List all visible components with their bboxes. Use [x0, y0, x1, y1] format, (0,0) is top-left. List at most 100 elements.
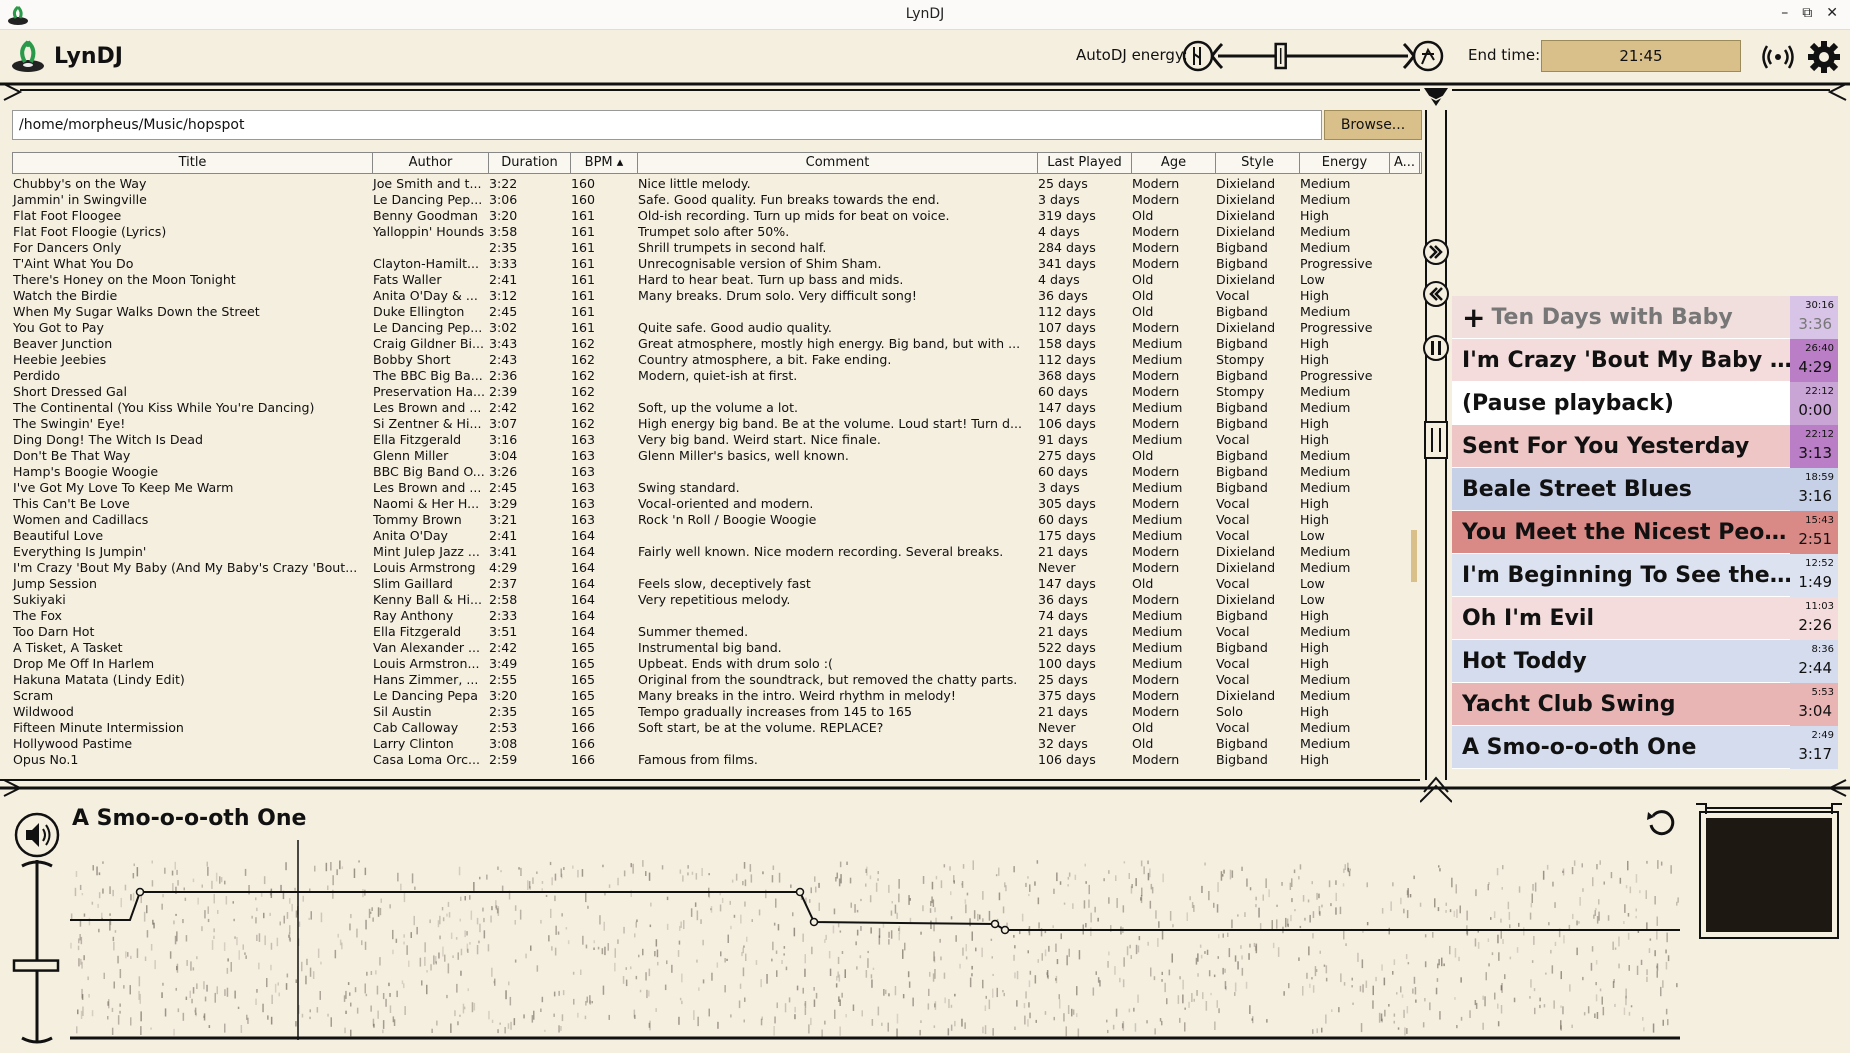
cell-style: Dixieland [1216, 176, 1276, 191]
table-row[interactable]: The Fox Ray Anthony 2:33 164 74 days Medium Bi… [12, 608, 1422, 624]
table-row[interactable]: This Can't Be Love Naomi & Her H... 3:29 16… [12, 496, 1422, 512]
column-header-age[interactable]: Age [1132, 153, 1216, 173]
table-row[interactable]: Drop Me Off In Harlem Louis Armstron... 3:… [12, 656, 1422, 672]
table-row[interactable]: Flat Foot Floogie (Lyrics) Yalloppin' Hou… [12, 224, 1422, 240]
table-row[interactable]: Heebie Jeebies Bobby Short 2:43 162 Country … [12, 352, 1422, 368]
cell-bpm: 165 [571, 656, 596, 671]
queue-item[interactable]: You Meet the Nicest Peopl... 15:43 2:51 [1452, 511, 1838, 554]
cell-title: Perdido [13, 368, 61, 383]
table-row[interactable]: For Dancers Only 2:35 161 Shrill trumpets i… [12, 240, 1422, 256]
column-header-comment[interactable]: Comment [638, 153, 1038, 173]
table-row[interactable]: Everything Is Jumpin' Mint Julep Jazz ...… [12, 544, 1422, 560]
queue-item[interactable]: Beale Street Blues 18:59 3:16 [1452, 468, 1838, 511]
cell-author: Si Zentner & Hi... [373, 416, 482, 431]
speaker-volume-icon[interactable] [14, 812, 60, 858]
table-row[interactable]: Flat Foot Floogee Benny Goodman 3:20 161 Old… [12, 208, 1422, 224]
table-row[interactable]: Hakuna Matata (Lindy Edit) Hans Zimmer, .… [12, 672, 1422, 688]
table-row[interactable]: Jammin' in Swingville Le Dancing Pep... 3:… [12, 192, 1422, 208]
column-header-energy[interactable]: Energy [1300, 153, 1390, 173]
table-row[interactable]: Opus No.1 Casa Loma Orc... 2:59 166 Famous f… [12, 752, 1422, 768]
queue-item[interactable]: Hot Toddy 8:36 2:44 [1452, 640, 1838, 683]
queue-item[interactable]: (Pause playback) 22:12 0:00 [1452, 382, 1838, 425]
cell-comment: High energy big band. Be at the volume. … [638, 416, 1022, 431]
end-time-field[interactable]: 21:45 [1541, 40, 1741, 72]
close-button[interactable]: ✕ [1826, 5, 1838, 21]
settings-gear-icon[interactable] [1806, 39, 1842, 75]
table-row[interactable]: Beautiful Love Anita O'Day 2:41 164 175 days… [12, 528, 1422, 544]
queue-item[interactable]: A Smo-o-o-oth One 2:49 3:17 [1452, 726, 1838, 769]
cell-title: A Tisket, A Tasket [13, 640, 123, 655]
table-row[interactable]: Don't Be That Way Glenn Miller 3:04 163 Glen… [12, 448, 1422, 464]
queue-splitter-handle[interactable] [1422, 420, 1450, 460]
table-row[interactable]: Sukiyaki Kenny Ball & Hi... 2:58 164 Very re… [12, 592, 1422, 608]
browse-button[interactable]: Browse... [1324, 110, 1422, 140]
table-row[interactable]: Wildwood Sil Austin 2:35 165 Tempo gradually… [12, 704, 1422, 720]
table-row[interactable]: Short Dressed Gal Preservation Ha... 2:39 1… [12, 384, 1422, 400]
envelope-control-point[interactable] [990, 919, 1000, 929]
envelope-control-point[interactable] [1000, 925, 1010, 935]
table-row[interactable]: The Continental (You Kiss While You're D… [12, 400, 1422, 416]
column-header-duration[interactable]: Duration [489, 153, 571, 173]
queue-item[interactable]: I'm Crazy 'Bout My Baby (... 26:40 4:29 [1452, 339, 1838, 382]
table-row[interactable]: You Got to Pay Le Dancing Pep... 3:02 161 Qu… [12, 320, 1422, 336]
table-row[interactable]: Jump Session Slim Gaillard 2:37 164 Feels sl… [12, 576, 1422, 592]
cell-duration: 3:20 [489, 208, 518, 223]
autodj-energy-slider[interactable] [1182, 36, 1444, 76]
envelope-control-point[interactable] [795, 887, 805, 897]
minimize-button[interactable]: – [1781, 5, 1788, 21]
table-row[interactable]: I've Got My Love To Keep Me Warm Les Brow… [12, 480, 1422, 496]
maximize-button[interactable]: ⧉ [1802, 5, 1812, 21]
table-row[interactable]: Hamp's Boogie Woogie BBC Big Band O... 3:2… [12, 464, 1422, 480]
column-header-author[interactable]: Author [373, 153, 489, 173]
table-row[interactable]: I'm Crazy 'Bout My Baby (And My Baby's C… [12, 560, 1422, 576]
queue-item[interactable]: I'm Beginning To See the L... 12:52 1:49 [1452, 554, 1838, 597]
table-row[interactable]: Beaver Junction Craig Gildner Bi... 3:43 16… [12, 336, 1422, 352]
replay-icon[interactable] [1644, 806, 1678, 840]
move-to-queue-icon[interactable] [1422, 238, 1450, 266]
cell-comment: Summer themed. [638, 624, 749, 639]
cell-energy: High [1300, 704, 1329, 719]
table-row[interactable]: Perdido The BBC Big Ba... 2:36 162 Modern, q… [12, 368, 1422, 384]
move-from-queue-icon[interactable] [1422, 280, 1450, 308]
table-row[interactable]: Scram Le Dancing Pepa 3:20 165 Many breaks i… [12, 688, 1422, 704]
music-folder-path-field[interactable]: /home/morpheus/Music/hopspot [12, 110, 1322, 140]
table-row[interactable]: Watch the Birdie Anita O'Day & ... 3:12 161… [12, 288, 1422, 304]
table-row[interactable]: T'Aint What You Do Clayton-Hamilt... 3:33 1… [12, 256, 1422, 272]
table-row[interactable]: Chubby's on the Way Joe Smith and t... 3:2… [12, 176, 1422, 192]
table-row[interactable]: A Tisket, A Tasket Van Alexander ... 2:42 1… [12, 640, 1422, 656]
cell-comment: Country atmosphere, a bit. Fake ending. [638, 352, 892, 367]
column-header-style[interactable]: Style [1216, 153, 1300, 173]
envelope-control-point[interactable] [135, 887, 145, 897]
table-row[interactable]: When My Sugar Walks Down the Street Duke … [12, 304, 1422, 320]
broadcast-icon[interactable] [1760, 39, 1796, 75]
envelope-control-point[interactable] [809, 917, 819, 927]
cell-last-played: 3 days [1038, 192, 1080, 207]
column-header-bpm[interactable]: BPM ▴ [571, 153, 638, 173]
table-row[interactable]: Women and Cadillacs Tommy Brown 3:21 163 Roc… [12, 512, 1422, 528]
cell-last-played: 21 days [1038, 544, 1088, 559]
pause-icon[interactable] [1422, 334, 1450, 362]
column-header-last-played[interactable]: Last Played [1038, 153, 1132, 173]
volume-slider[interactable] [12, 856, 62, 1046]
table-row[interactable]: Ding Dong! The Witch Is Dead Ella Fitzger… [12, 432, 1422, 448]
cell-style: Solo [1216, 704, 1243, 719]
track-waveform-spectrogram[interactable] [70, 840, 1680, 1040]
table-scrollbar-thumb[interactable] [1411, 530, 1417, 582]
queue-item[interactable]: Sent For You Yesterday 22:12 3:13 [1452, 425, 1838, 468]
cell-author: Bobby Short [373, 352, 451, 367]
table-row[interactable]: The Swingin' Eye! Si Zentner & Hi... 3:07 1… [12, 416, 1422, 432]
queue-item[interactable]: Oh I'm Evil 11:03 2:26 [1452, 597, 1838, 640]
queue-item[interactable]: + Ten Days with Baby 30:16 3:36 [1452, 296, 1838, 339]
column-header-more[interactable]: A... [1390, 153, 1420, 173]
cell-last-played: 21 days [1038, 704, 1088, 719]
column-header-title[interactable]: Title [13, 153, 373, 173]
cell-last-played: 147 days [1038, 576, 1096, 591]
cell-last-played: 147 days [1038, 400, 1096, 415]
table-row[interactable]: Fifteen Minute Intermission Cab Calloway 2… [12, 720, 1422, 736]
cell-duration: 2:59 [489, 752, 518, 767]
queue-item[interactable]: Yacht Club Swing 5:53 3:04 [1452, 683, 1838, 726]
table-row[interactable]: Too Darn Hot Ella Fitzgerald 3:51 164 Summer… [12, 624, 1422, 640]
cell-title: Women and Cadillacs [13, 512, 149, 527]
table-row[interactable]: There's Honey on the Moon Tonight Fats Wa… [12, 272, 1422, 288]
table-row[interactable]: Hollywood Pastime Larry Clinton 3:08 166 32 … [12, 736, 1422, 752]
